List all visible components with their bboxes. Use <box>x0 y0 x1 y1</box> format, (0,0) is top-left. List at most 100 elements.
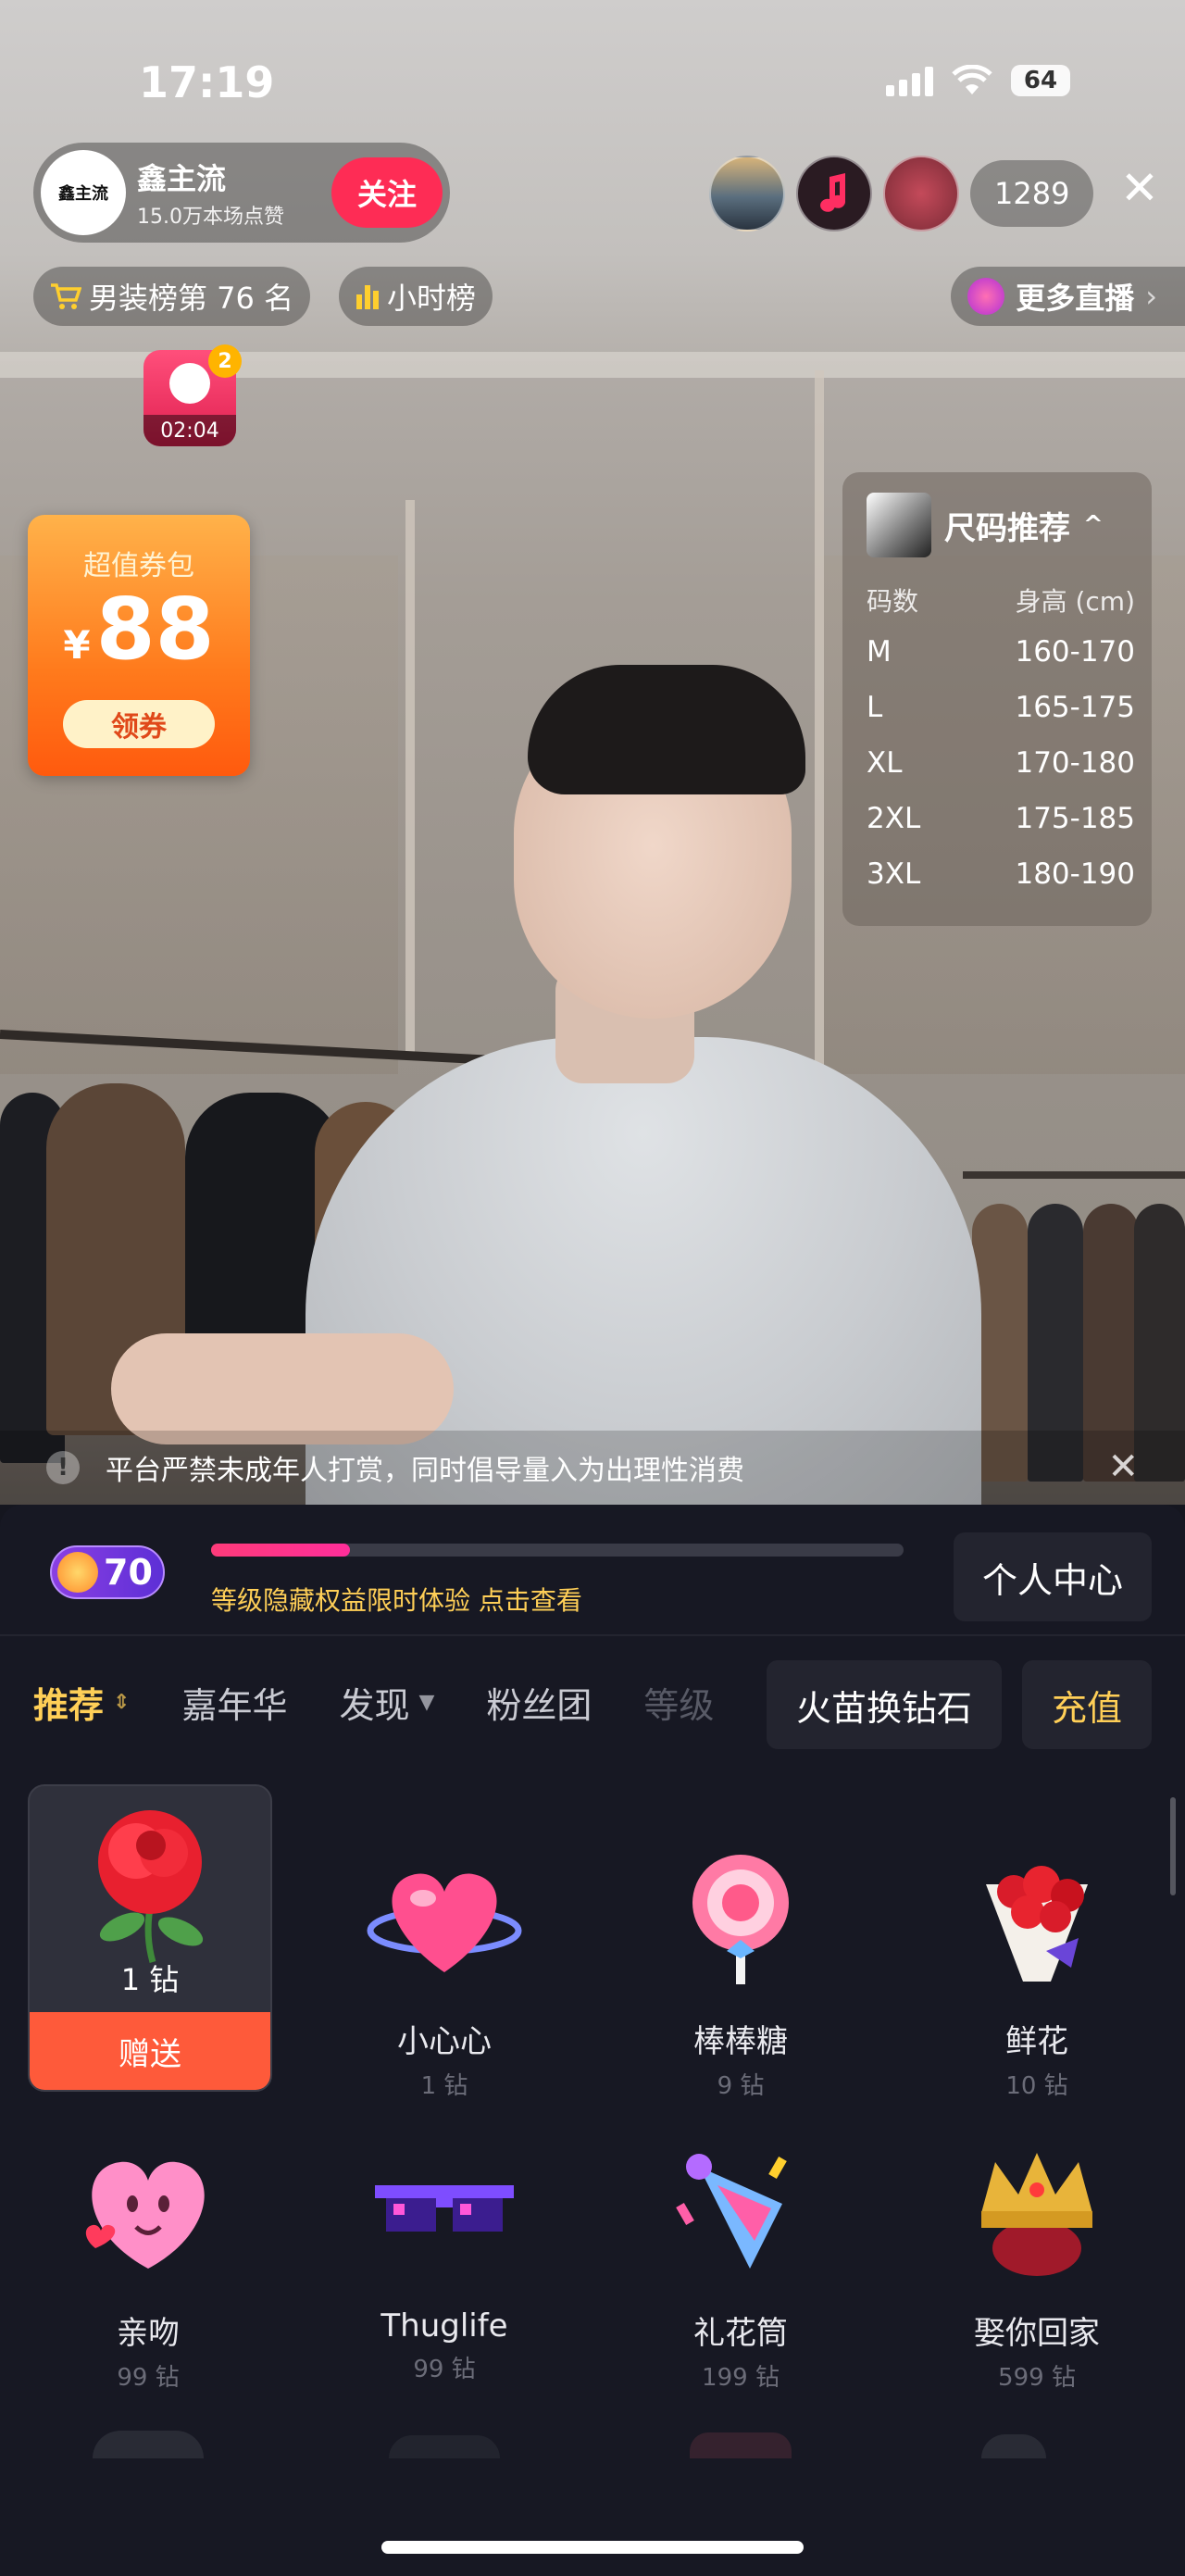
chevron-right-icon: › <box>1145 279 1157 314</box>
anchor-info[interactable]: 鑫主流 鑫主流 15.0万本场点赞 关注 <box>33 143 450 243</box>
level-badge[interactable]: 70 <box>50 1545 165 1599</box>
close-icon[interactable]: ✕ <box>1107 1445 1139 1488</box>
party-popper-icon <box>662 2139 819 2296</box>
scrollbar[interactable] <box>1170 1797 1176 1895</box>
gift-price: 199 钻 <box>702 2364 780 2392</box>
bar-chart-icon <box>356 285 379 309</box>
gift-item[interactable]: 小心心 1 钻 <box>324 1847 565 2101</box>
gift-price: 9 钻 <box>717 2072 765 2100</box>
gift-item-rose[interactable]: 1 钻 赠送 <box>28 1784 272 2092</box>
claim-coupon-button[interactable]: 领券 <box>63 700 215 748</box>
hour-rank-pill[interactable]: 小时榜 <box>339 267 493 326</box>
height-range: 165-175 <box>1015 691 1135 724</box>
anchor-name: 鑫主流 <box>137 161 227 196</box>
more-live-button[interactable]: 更多直播 › <box>951 267 1185 326</box>
col-size: 码数 <box>867 586 919 617</box>
status-time: 17:19 <box>139 57 275 107</box>
height-range: 170-180 <box>1015 746 1135 780</box>
rank-board-pill[interactable]: 男装榜第 76 名 <box>33 267 311 326</box>
gift-tabs: 推荐 ⇕ 嘉年华 发现 ▼ 粉丝团 等级 <box>33 1677 714 1728</box>
alert-icon: ! <box>46 1451 80 1484</box>
size-value: 2XL <box>867 802 921 835</box>
tab-label: 等级 <box>643 1685 715 1726</box>
gift-price: 1 钻 <box>420 2072 468 2100</box>
clothes-rail <box>963 1171 1185 1179</box>
size-value: M <box>867 635 892 669</box>
sort-icon: ⇕ <box>113 1691 131 1714</box>
host-hands <box>111 1333 454 1444</box>
anchor-likes: 15.0万本场点赞 <box>137 206 284 229</box>
coupon-amount-wrap: ¥88 <box>28 587 250 672</box>
tab-label: 推荐 <box>33 1685 105 1726</box>
gift-item[interactable]: 亲吻 99 钻 <box>28 2139 268 2393</box>
gift-name: 礼花筒 <box>693 2315 788 2352</box>
level-benefit-text[interactable]: 等级隐藏权益限时体验 点击查看 <box>211 1581 582 1618</box>
follow-button[interactable]: 关注 <box>331 157 443 228</box>
personal-center-button[interactable]: 个人中心 <box>954 1532 1152 1621</box>
anchor-avatar[interactable]: 鑫主流 <box>41 150 126 235</box>
viewer-avatar[interactable] <box>796 156 872 231</box>
gift-item[interactable]: 鲜花 10 钻 <box>917 1847 1157 2101</box>
chevron-down-icon: ▼ <box>418 1691 435 1714</box>
gift-name: 娶你回家 <box>974 2315 1100 2352</box>
coupon-pack[interactable]: 超值券包 ¥88 领券 <box>28 515 250 776</box>
size-row: M 160-170 <box>867 635 1135 669</box>
more-live-label: 更多直播 <box>1016 281 1135 316</box>
height-range: 160-170 <box>1015 635 1135 669</box>
notice-text: 平台严禁未成年人打赏，同时倡导量入为出理性消费 <box>106 1455 744 1487</box>
viewer-avatar[interactable] <box>709 156 785 231</box>
viewer-avatar[interactable] <box>883 156 959 231</box>
hour-rank-label: 小时榜 <box>387 281 477 316</box>
tab-level[interactable]: 等级 <box>643 1677 714 1728</box>
close-icon[interactable]: ✕ <box>1120 165 1159 211</box>
size-value: XL <box>867 746 903 780</box>
exchange-diamond-button[interactable]: 火苗换钻石 <box>767 1660 1002 1749</box>
host-hair <box>528 665 805 794</box>
gift-name: Thuglife <box>380 2307 508 2345</box>
tab-label: 发现 <box>339 1685 410 1726</box>
gift-name: 棒棒糖 <box>693 2023 788 2060</box>
gift-price: 599 钻 <box>998 2364 1076 2392</box>
tab-label: 粉丝团 <box>486 1685 592 1726</box>
col-height: 身高 (cm) <box>1015 586 1135 617</box>
rank-board-label: 男装榜第 76 名 <box>89 281 294 316</box>
size-row: 3XL 180-190 <box>867 857 1135 891</box>
diamond-icon <box>57 1552 98 1593</box>
size-card-header[interactable]: 尺码推荐 ^ <box>867 493 1104 557</box>
size-row: L 165-175 <box>867 691 1135 724</box>
wifi-icon <box>952 65 992 94</box>
viewer-list[interactable]: 1289 <box>709 156 1094 231</box>
gift-name: 小心心 <box>397 2023 492 2060</box>
live-heart-icon <box>967 278 1005 315</box>
gift-item-partial <box>93 2431 204 2458</box>
tab-discover[interactable]: 发现 ▼ <box>339 1677 434 1728</box>
gift-item-partial <box>690 2432 792 2458</box>
gift-price: 99 钻 <box>117 2364 180 2392</box>
tab-carnival[interactable]: 嘉年华 <box>181 1677 287 1728</box>
size-row: XL 170-180 <box>867 746 1135 780</box>
size-recommendation-card[interactable]: 尺码推荐 ^ 码数 身高 (cm) M 160-170 L 165-175 XL… <box>842 472 1152 926</box>
pole <box>815 370 824 1074</box>
timer-badge-count: 2 <box>208 344 242 378</box>
pole <box>405 500 415 1056</box>
level-progress-bar <box>211 1544 904 1557</box>
size-table-header: 码数 身高 (cm) <box>867 581 1135 619</box>
coupon-title: 超值券包 <box>83 550 194 582</box>
send-gift-button[interactable]: 赠送 <box>30 2012 270 2090</box>
gift-panel: 70 等级隐藏权益限时体验 点击查看 个人中心 推荐 ⇕ 嘉年华 发现 ▼ 粉丝… <box>0 1505 1185 2576</box>
lucky-bag-timer[interactable]: 2 02:04 <box>143 344 242 446</box>
tab-fan-club[interactable]: 粉丝团 <box>486 1677 592 1728</box>
size-value: 3XL <box>867 857 921 891</box>
status-icons: 64 <box>886 65 1070 96</box>
home-indicator[interactable] <box>381 2541 804 2554</box>
viewer-count[interactable]: 1289 <box>970 160 1094 227</box>
tab-recommend[interactable]: 推荐 ⇕ <box>33 1677 130 1728</box>
music-note-icon <box>820 173 846 212</box>
gift-item[interactable]: 棒棒糖 9 钻 <box>620 1847 861 2101</box>
lucky-bag-icon <box>169 363 210 404</box>
gift-item[interactable]: Thuglife 99 钻 <box>324 2139 565 2384</box>
gift-item[interactable]: 娶你回家 599 钻 <box>917 2139 1157 2393</box>
gift-item[interactable]: 礼花筒 199 钻 <box>620 2139 861 2393</box>
recharge-button[interactable]: 充值 <box>1022 1660 1152 1749</box>
heart-icon <box>366 1847 523 2005</box>
